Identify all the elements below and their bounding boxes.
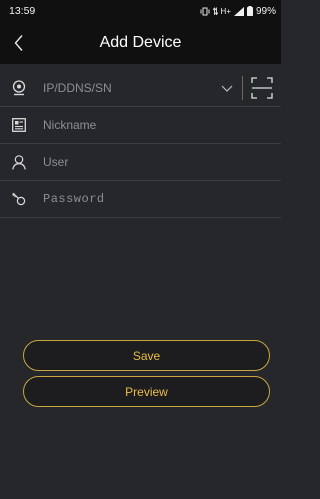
camera-icon (8, 77, 30, 99)
vibrate-icon (200, 7, 210, 15)
key-icon (8, 188, 30, 210)
status-time: 13:59 (9, 5, 36, 17)
address-input[interactable] (43, 73, 216, 103)
user-icon (8, 151, 30, 173)
save-button[interactable]: Save (23, 340, 270, 371)
header-bar: Add Device (0, 22, 281, 64)
scan-qr-button[interactable] (249, 75, 275, 101)
user-row (0, 144, 281, 181)
chevron-down-icon (221, 85, 233, 92)
battery-icon (246, 6, 253, 16)
add-device-screen: 13:59 H+ 99% Add Device IP/DDNS/SN Nickn… (0, 0, 281, 499)
user-input[interactable] (43, 147, 281, 177)
scan-icon (251, 77, 273, 99)
address-type-dropdown[interactable] (216, 73, 238, 103)
data-transfer-icon (212, 6, 218, 15)
password-input[interactable] (43, 184, 281, 214)
vertical-divider (242, 76, 243, 100)
chevron-left-icon (14, 35, 23, 51)
back-button[interactable] (6, 30, 32, 56)
nickname-input[interactable] (43, 110, 281, 140)
id-card-icon (8, 114, 30, 136)
signal-icon (233, 6, 244, 16)
password-row (0, 181, 281, 218)
nickname-row (0, 107, 281, 144)
status-bar: 13:59 H+ 99% (0, 0, 281, 22)
battery-percent: 99% (255, 5, 276, 17)
network-type: H+ (220, 6, 231, 16)
status-icons: H+ 99% (200, 6, 276, 17)
address-row (0, 70, 281, 107)
preview-button[interactable]: Preview (23, 376, 270, 407)
page-title: Add Device (99, 34, 182, 51)
device-form (0, 70, 281, 218)
